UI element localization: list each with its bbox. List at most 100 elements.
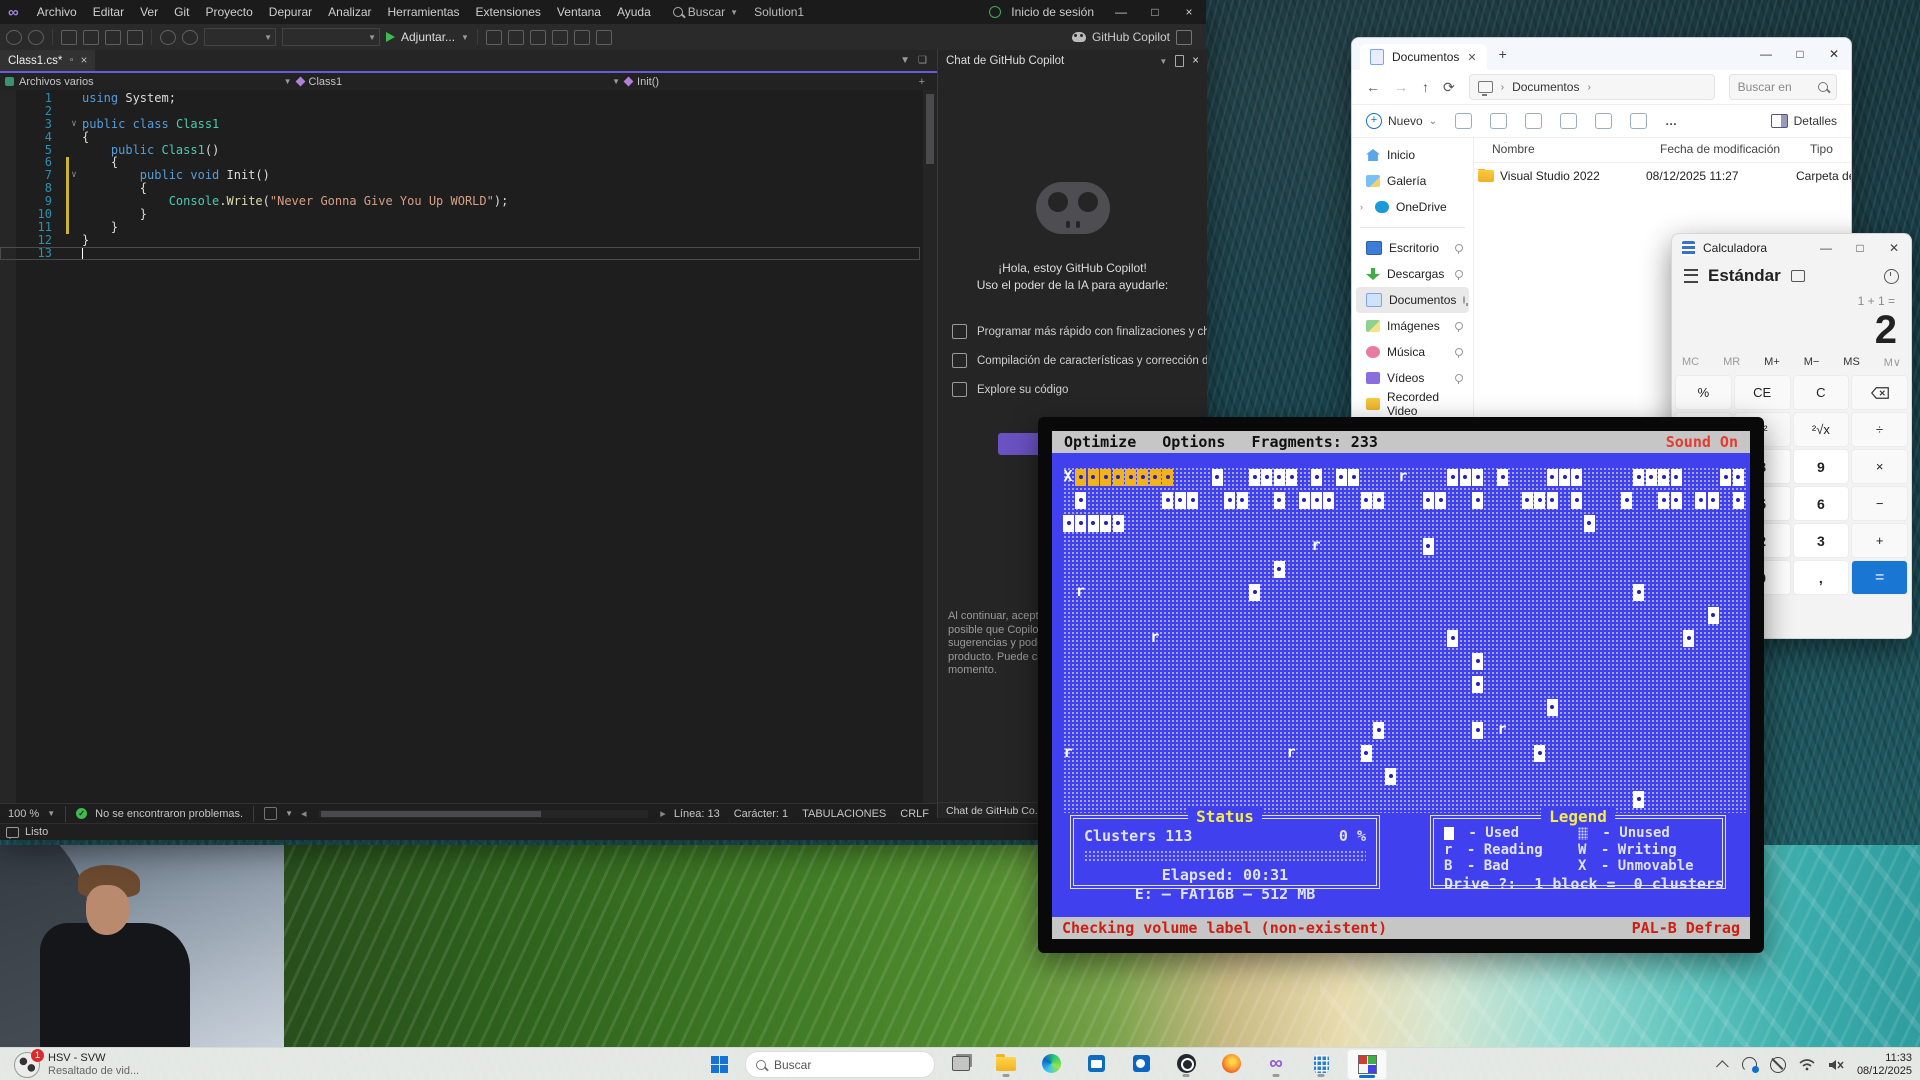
vs-menu-ventana[interactable]: Ventana <box>549 0 609 24</box>
navigate-forward-icon[interactable] <box>28 30 44 45</box>
code-line-11[interactable]: 11 } <box>0 221 920 234</box>
calc-minimize-button[interactable]: — <box>1809 234 1843 262</box>
calc-key-[interactable]: + <box>1851 523 1908 558</box>
paste-icon[interactable] <box>1525 113 1542 129</box>
more-options-icon[interactable]: … <box>1665 114 1679 128</box>
breadcrumb-scope[interactable]: Archivos varios <box>19 76 94 88</box>
calc-key-[interactable]: ÷ <box>1851 412 1908 447</box>
explorer-close-button[interactable]: ✕ <box>1817 39 1851 69</box>
code-line-1[interactable]: 1using System; <box>0 92 920 105</box>
vs-attach-button[interactable]: Adjuntar... <box>401 30 455 44</box>
explorer-minimize-button[interactable]: — <box>1749 39 1783 69</box>
vs-menu-archivo[interactable]: Archivo <box>29 0 85 24</box>
memory-m[interactable]: M+ <box>1764 356 1780 369</box>
start-debug-icon[interactable] <box>386 32 395 42</box>
calc-key-[interactable]: = <box>1851 560 1908 595</box>
status-eol[interactable]: CRLF <box>900 808 929 820</box>
menu-icon[interactable] <box>1684 269 1698 283</box>
split-window-icon[interactable]: ❏ <box>918 55 927 66</box>
code-line-12[interactable]: 12} <box>0 234 920 247</box>
code-line-5[interactable]: 5 public Class1() <box>0 144 920 157</box>
calc-key-[interactable]: % <box>1675 375 1732 410</box>
share-icon[interactable] <box>1595 113 1612 129</box>
explorer-tab-documents[interactable]: Documentos ✕ <box>1360 44 1487 70</box>
undo-icon[interactable] <box>160 30 176 45</box>
chevron-down-icon[interactable]: ▼ <box>612 77 620 86</box>
forward-icon[interactable]: → <box>1394 79 1408 95</box>
explorer-maximize-button[interactable]: □ <box>1783 39 1817 69</box>
save-all-icon[interactable] <box>127 30 143 45</box>
column-header-tipo[interactable]: Tipo <box>1810 142 1852 156</box>
add-icon[interactable]: + <box>919 76 925 88</box>
navigate-back-icon[interactable] <box>6 30 22 45</box>
start-button[interactable] <box>700 1050 738 1079</box>
status-char[interactable]: Carácter: 1 <box>734 808 788 820</box>
vs-menu-ayuda[interactable]: Ayuda <box>609 0 659 24</box>
send-feedback-icon[interactable] <box>1176 30 1192 45</box>
vs-menu-proyecto[interactable]: Proyecto <box>197 0 260 24</box>
column-header-fecha-de-modificacion[interactable]: Fecha de modificación <box>1660 142 1810 156</box>
defrag-menu-options[interactable]: Options <box>1162 433 1225 451</box>
window-position-icon[interactable]: ▼ <box>1159 57 1167 66</box>
calc-key-9[interactable]: 9 <box>1793 449 1850 484</box>
taskbar-clock[interactable]: 11:33 08/12/2025 <box>1857 1052 1912 1078</box>
bookmark-icon[interactable] <box>596 30 612 45</box>
taskbar-edge-browser[interactable] <box>1032 1049 1070 1078</box>
vs-maximize-button[interactable]: □ <box>1138 0 1172 24</box>
breadcrumb-member[interactable]: Init() <box>637 76 659 88</box>
new-tab-icon[interactable]: + <box>1499 46 1507 62</box>
vs-copilot-button[interactable]: GitHub Copilot <box>1092 30 1170 44</box>
vs-sign-in-button[interactable]: Inicio de sesión <box>1011 5 1094 19</box>
status-blocked-icon[interactable] <box>1770 1057 1786 1073</box>
sidebar-item-onedrive[interactable]: ›OneDrive <box>1356 194 1469 220</box>
vs-menu-ver[interactable]: Ver <box>132 0 166 24</box>
expander-icon[interactable]: › <box>1360 202 1368 212</box>
file-row-visual-studio-2022[interactable]: Visual Studio 202208/12/2025 11:27Carpet… <box>1474 163 1852 189</box>
calc-key-3[interactable]: 3 <box>1793 523 1850 558</box>
back-icon[interactable]: ← <box>1366 79 1380 95</box>
up-icon[interactable]: ↑ <box>1422 79 1429 95</box>
calc-key-[interactable]: × <box>1851 449 1908 484</box>
editor-horizontal-scrollbar[interactable] <box>319 810 649 818</box>
configuration-dropdown[interactable]: ▼ <box>204 28 276 46</box>
sidebar-item-recorded-video[interactable]: Recorded Video <box>1356 391 1469 417</box>
pin-icon[interactable] <box>1175 55 1184 67</box>
defrag-sound-toggle[interactable]: Sound On <box>1666 433 1738 451</box>
editor-window-icon[interactable] <box>508 30 524 45</box>
platform-dropdown[interactable]: ▼ <box>282 28 380 46</box>
taskbar-task-view[interactable] <box>942 1049 980 1078</box>
sidebar-item-escritorio[interactable]: Escritorio <box>1356 235 1469 261</box>
sidebar-item-inicio[interactable]: Inicio <box>1356 142 1469 168</box>
sidebar-item-descargas[interactable]: Descargas <box>1356 261 1469 287</box>
navigate-cursor-icon[interactable] <box>552 30 568 45</box>
delete-icon[interactable] <box>1630 113 1647 129</box>
sidebar-item-musica[interactable]: Música <box>1356 339 1469 365</box>
editor-dropdown-icon[interactable]: ▼ <box>900 55 910 66</box>
calc-maximize-button[interactable]: □ <box>1843 234 1877 262</box>
rename-icon[interactable] <box>1560 113 1577 129</box>
vs-menu-analizar[interactable]: Analizar <box>320 0 379 24</box>
vs-search-box[interactable]: Buscar ▼ <box>673 5 738 19</box>
chevron-down-icon[interactable]: ▼ <box>47 809 55 818</box>
close-tab-icon[interactable]: × <box>81 55 88 67</box>
details-view-button[interactable]: Detalles <box>1771 114 1837 128</box>
taskbar-recorder-app[interactable] <box>1167 1049 1205 1078</box>
video-player[interactable] <box>0 845 284 1047</box>
vs-menu-extensiones[interactable]: Extensiones <box>468 0 549 24</box>
vs-menu-git[interactable]: Git <box>166 0 197 24</box>
close-icon[interactable]: × <box>1192 55 1199 67</box>
calc-key-[interactable] <box>1851 375 1908 410</box>
new-button[interactable]: + Nuevo ⌄ <box>1366 113 1437 129</box>
calc-close-button[interactable]: ✕ <box>1877 234 1911 262</box>
code-line-10[interactable]: 10 } <box>0 208 920 221</box>
sidebar-item-documentos[interactable]: Documentos <box>1356 287 1469 313</box>
breadcrumb-class[interactable]: Class1 <box>309 76 343 88</box>
copy-icon[interactable] <box>1490 113 1507 129</box>
indent-icon[interactable] <box>574 30 590 45</box>
tray-chevron-icon[interactable] <box>1716 1060 1729 1073</box>
taskbar-outlook[interactable] <box>1122 1049 1160 1078</box>
vs-menu-herramientas[interactable]: Herramientas <box>380 0 468 24</box>
history-icon[interactable] <box>1884 269 1899 284</box>
chevron-down-icon[interactable]: ▼ <box>285 809 293 818</box>
redo-icon[interactable] <box>182 30 198 45</box>
